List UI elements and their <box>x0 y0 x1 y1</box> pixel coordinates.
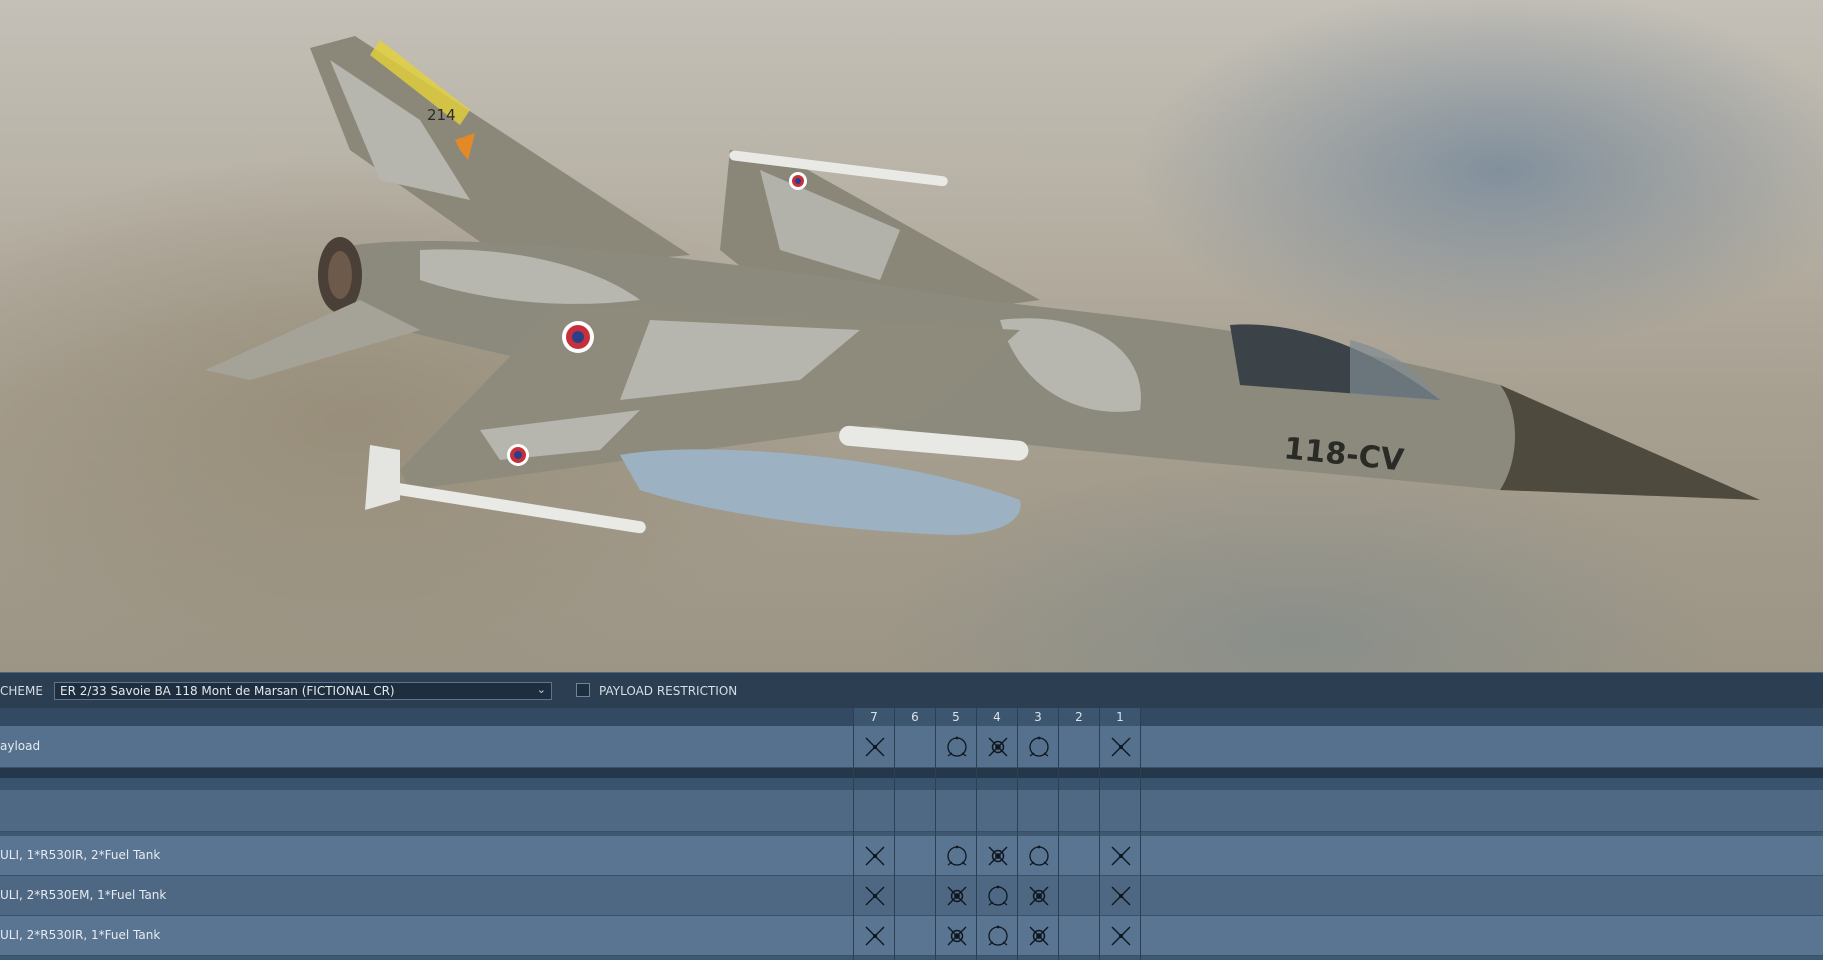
station-cell[interactable] <box>1059 790 1100 832</box>
station-cell[interactable] <box>977 726 1018 768</box>
payload-row[interactable]: ULI, 1*R530IR, 2*Fuel Tank <box>0 836 1823 876</box>
station-cell[interactable] <box>1018 790 1059 832</box>
payload-restriction-checkbox[interactable] <box>576 683 590 697</box>
station-cell[interactable] <box>1018 876 1059 916</box>
station-cell[interactable] <box>977 916 1018 956</box>
station-cell[interactable] <box>854 836 895 876</box>
column-divider <box>976 708 977 960</box>
payload-row-name: ULI, 2*R530EM, 1*Fuel Tank <box>0 888 167 902</box>
station-cell[interactable] <box>977 836 1018 876</box>
payload-row[interactable] <box>0 790 1823 832</box>
station-cell[interactable] <box>854 790 895 832</box>
station-cell[interactable] <box>854 876 895 916</box>
column-divider <box>1017 708 1018 960</box>
station-cell[interactable] <box>895 836 936 876</box>
missile-x-icon <box>865 846 884 866</box>
station-cell[interactable] <box>1059 836 1100 876</box>
missile-x-icon <box>865 886 884 906</box>
fuel-tank-circle-icon <box>946 736 967 757</box>
paint-scheme-label: CHEME <box>0 684 43 698</box>
station-cell[interactable] <box>936 876 977 916</box>
payload-row-name: ayload <box>0 739 41 753</box>
tail-number: 214 <box>427 106 456 124</box>
station-cell[interactable] <box>1059 726 1100 768</box>
missile-dot-icon <box>947 926 966 946</box>
station-header: 7 <box>854 708 894 726</box>
station-cell[interactable] <box>854 726 895 768</box>
missile-x-icon <box>865 737 884 757</box>
fuel-tank-circle-icon <box>1028 845 1049 866</box>
missile-dot-icon <box>988 737 1007 757</box>
missile-x-icon <box>1111 886 1130 906</box>
paint-scheme-value: ER 2/33 Savoie BA 118 Mont de Marsan (FI… <box>60 684 395 698</box>
missile-dot-icon <box>988 846 1007 866</box>
payload-grid: 7 6 5 4 3 2 1 ayload ULI, 1*R530IR, 2*Fuel Tank U… <box>0 708 1823 960</box>
missile-dot-icon <box>1029 886 1048 906</box>
station-cell[interactable] <box>895 726 936 768</box>
payload-row[interactable]: ULI, 2*R530EM, 1*Fuel Tank <box>0 876 1823 916</box>
section-divider <box>0 778 1823 790</box>
station-cell[interactable] <box>977 876 1018 916</box>
station-header: 6 <box>895 708 935 726</box>
station-cell[interactable] <box>1059 916 1100 956</box>
paint-scheme-dropdown[interactable]: ER 2/33 Savoie BA 118 Mont de Marsan (FI… <box>54 682 552 700</box>
column-divider <box>1140 708 1141 960</box>
fuel-tank-circle-icon <box>1028 736 1049 757</box>
station-header: 5 <box>936 708 976 726</box>
column-divider <box>1058 708 1059 960</box>
missile-dot-icon <box>947 886 966 906</box>
station-cell[interactable] <box>854 916 895 956</box>
station-cell[interactable] <box>1100 916 1141 956</box>
station-cell[interactable] <box>977 790 1018 832</box>
payload-row-name: ULI, 2*R530IR, 1*Fuel Tank <box>0 928 161 942</box>
missile-x-icon <box>865 926 884 946</box>
station-cell[interactable] <box>895 790 936 832</box>
payload-row[interactable]: ayload <box>0 726 1823 768</box>
station-header: 2 <box>1059 708 1099 726</box>
payload-restriction-label: PAYLOAD RESTRICTION <box>599 684 738 698</box>
fuel-tank-circle-icon <box>946 845 967 866</box>
station-cell[interactable] <box>1100 790 1141 832</box>
fuel-tank-circle-icon <box>987 885 1008 906</box>
column-divider <box>935 708 936 960</box>
station-cell[interactable] <box>1100 876 1141 916</box>
station-cell[interactable] <box>936 916 977 956</box>
station-cell[interactable] <box>1100 836 1141 876</box>
station-cell[interactable] <box>936 726 977 768</box>
missile-x-icon <box>1111 737 1130 757</box>
aircraft-preview-viewport[interactable]: 214 118-CV <box>0 0 1823 672</box>
station-cell[interactable] <box>895 916 936 956</box>
station-cell[interactable] <box>1018 916 1059 956</box>
station-cell[interactable] <box>936 790 977 832</box>
station-cell[interactable] <box>936 836 977 876</box>
station-cell[interactable] <box>1018 726 1059 768</box>
column-divider <box>1099 708 1100 960</box>
column-divider <box>853 708 854 960</box>
fuel-tank-circle-icon <box>987 925 1008 946</box>
station-header: 4 <box>977 708 1017 726</box>
toolbar: CHEME ER 2/33 Savoie BA 118 Mont de Mars… <box>0 672 1823 709</box>
station-cell[interactable] <box>895 876 936 916</box>
missile-x-icon <box>1111 926 1130 946</box>
station-cell[interactable] <box>1059 876 1100 916</box>
station-cell[interactable] <box>1018 836 1059 876</box>
chevron-down-icon: ⌄ <box>536 683 546 696</box>
station-header: 1 <box>1100 708 1140 726</box>
section-divider <box>0 768 1823 778</box>
station-cell[interactable] <box>1100 726 1141 768</box>
station-header-row: 7654321 <box>0 708 1823 726</box>
loadout-panel: CHEME ER 2/33 Savoie BA 118 Mont de Mars… <box>0 672 1823 960</box>
missile-x-icon <box>1111 846 1130 866</box>
column-divider <box>894 708 895 960</box>
payload-row-name: ULI, 1*R530IR, 2*Fuel Tank <box>0 848 161 862</box>
missile-dot-icon <box>1029 926 1048 946</box>
aircraft-illustration: 214 118-CV <box>205 36 1760 535</box>
payload-row[interactable]: ULI, 2*R530IR, 1*Fuel Tank <box>0 916 1823 956</box>
station-header: 3 <box>1018 708 1058 726</box>
